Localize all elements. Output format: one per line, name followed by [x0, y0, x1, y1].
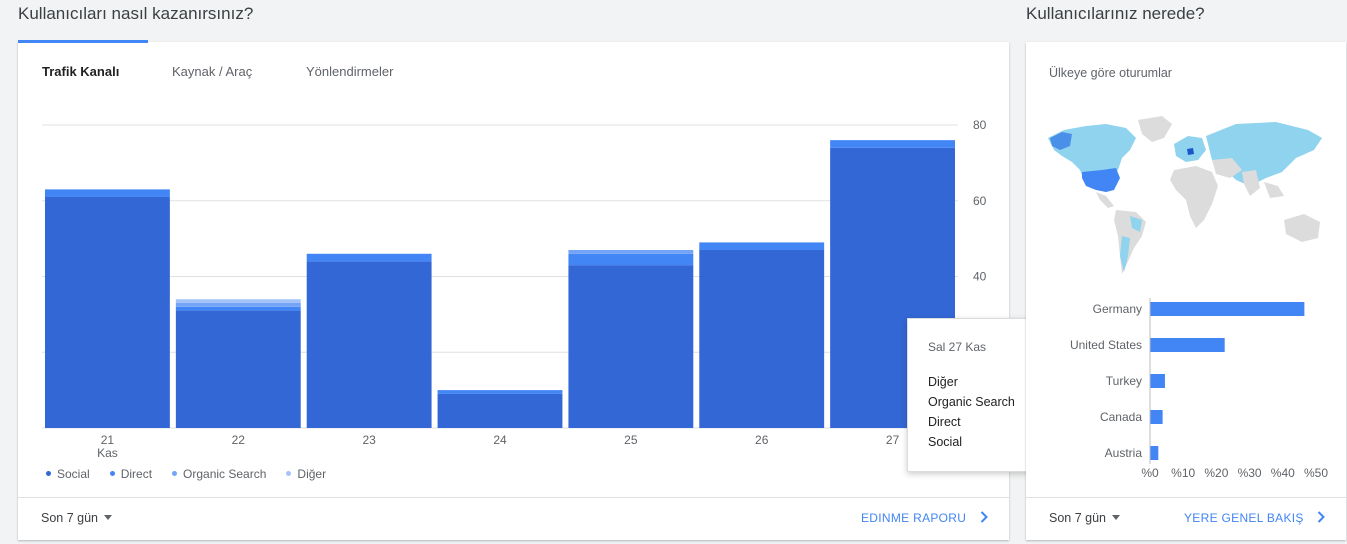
chart-legend: Social Direct Organic Search Diğer: [46, 467, 326, 481]
legend-dot-direct: [109, 471, 115, 476]
country-label: United States: [1070, 338, 1142, 352]
bar-social-25[interactable]: [568, 265, 694, 428]
legend-dot-organic: [172, 471, 178, 476]
acquisition-report-link[interactable]: EDINME RAPORU: [861, 511, 966, 525]
location-section-title: Kullanıcılarınız nerede?: [1026, 4, 1205, 23]
country-label: Austria: [1105, 446, 1143, 460]
tooltip-label: Organic Search: [928, 395, 1015, 409]
x-tick-label: 25: [624, 433, 638, 447]
location-card-footer: Son 7 gün YERE GENEL BAKIŞ: [1026, 497, 1346, 540]
world-map[interactable]: [1046, 116, 1326, 276]
caret-down-icon: [1112, 515, 1120, 520]
x-tick-label: 22: [232, 433, 246, 447]
x-tick-label: %20: [1204, 466, 1228, 480]
chevron-right-icon[interactable]: [975, 508, 993, 526]
country-label: Germany: [1093, 302, 1142, 316]
bar-direct-24[interactable]: [437, 390, 563, 394]
acquisition-card-footer: Son 7 gün EDINME RAPORU: [18, 497, 1009, 540]
bar-direct-25[interactable]: [568, 253, 694, 266]
x-tick-label: 26: [755, 433, 769, 447]
bar-organic-search-22[interactable]: [175, 303, 301, 307]
x-tick-label: %50: [1304, 466, 1328, 480]
map-greenland[interactable]: [1138, 116, 1172, 142]
traffic-channel-bar-chart: 2040608021Kas222324252627: [42, 118, 987, 460]
date-range-label: Son 7 gün: [41, 511, 98, 525]
map-australia[interactable]: [1284, 214, 1320, 242]
legend-item-direct[interactable]: Direct: [109, 467, 153, 481]
map-southeast-asia[interactable]: [1264, 182, 1284, 198]
bar-direct-23[interactable]: [306, 253, 432, 262]
tooltip-date: Sal 27 Kas: [928, 340, 987, 354]
date-range-dropdown[interactable]: Son 7 gün: [41, 511, 112, 525]
country-bar-germany[interactable]: [1150, 302, 1305, 316]
country-bar-united-states[interactable]: [1150, 338, 1225, 352]
legend-item-organic-search[interactable]: Organic Search: [172, 467, 266, 481]
x-tick-label: %30: [1238, 466, 1262, 480]
legend-label: Organic Search: [183, 467, 267, 481]
map-mexico[interactable]: [1096, 192, 1114, 208]
bar-social-22[interactable]: [175, 310, 301, 428]
y-tick-label: 80: [973, 118, 987, 132]
legend-label: Diğer: [297, 467, 327, 481]
caret-down-icon: [104, 515, 112, 520]
tooltip-label: Social: [928, 435, 963, 449]
y-tick-label: 60: [973, 194, 987, 208]
location-date-range-dropdown[interactable]: Son 7 gün: [1049, 511, 1120, 525]
legend-label: Direct: [120, 467, 153, 481]
bar-direct-27[interactable]: [830, 140, 955, 148]
acquisition-section-title: Kullanıcıları nasıl kazanırsınız?: [18, 4, 254, 23]
x-tick-label: %10: [1171, 466, 1195, 480]
country-bar-canada[interactable]: [1150, 410, 1163, 424]
date-range-label: Son 7 gün: [1049, 511, 1106, 525]
country-bar-austria[interactable]: [1150, 446, 1159, 460]
chevron-right-icon[interactable]: [1312, 508, 1330, 526]
legend-item-social[interactable]: Social: [46, 467, 90, 481]
x-tick-label: 27: [886, 433, 900, 447]
legend-dot-social: [46, 471, 51, 476]
country-label: Turkey: [1106, 374, 1142, 388]
bar-organic-search-25[interactable]: [568, 249, 694, 254]
x-tick-label: 21: [101, 433, 115, 447]
x-tick-label: 23: [362, 433, 376, 447]
location-overview-link[interactable]: YERE GENEL BAKIŞ: [1184, 511, 1304, 525]
tooltip-label: Direct: [928, 415, 961, 429]
bar-social-24[interactable]: [437, 393, 563, 428]
legend-label: Social: [57, 467, 90, 481]
legend-item-other[interactable]: Diğer: [286, 467, 326, 481]
tooltip-label: Diğer: [928, 375, 958, 389]
x-tick-label: %40: [1271, 466, 1295, 480]
acquisition-card: Trafik Kanalı Kaynak / Araç Yönlendirmel…: [18, 40, 1084, 540]
bar-social-23[interactable]: [306, 261, 432, 428]
country-bar-turkey[interactable]: [1150, 374, 1165, 388]
bar-direct-21[interactable]: [45, 189, 170, 197]
x-tick-sublabel: Kas: [97, 446, 118, 460]
map-title: Ülkeye göre oturumlar: [1049, 66, 1172, 80]
map-united-states[interactable]: [1082, 168, 1120, 192]
y-tick-label: 40: [973, 270, 987, 284]
bar-direct-22[interactable]: [175, 306, 301, 311]
map-asia[interactable]: [1206, 122, 1322, 186]
bar-social-21[interactable]: [45, 196, 170, 428]
location-card: Ülkeye göre oturumlar Germany United Stat…: [1026, 42, 1346, 540]
map-africa[interactable]: [1170, 166, 1218, 228]
bar-di-er-22[interactable]: [175, 299, 301, 304]
country-sessions-bar-chart: Germany United States Turkey Canada Austria%…: [1070, 298, 1328, 480]
map-south-america[interactable]: [1114, 210, 1146, 274]
map-germany[interactable]: [1187, 148, 1194, 155]
legend-dot-other: [286, 471, 292, 476]
country-label: Canada: [1100, 410, 1142, 424]
x-tick-label: 24: [493, 433, 507, 447]
bar-direct-26[interactable]: [699, 242, 825, 250]
bar-social-26[interactable]: [699, 249, 825, 428]
x-tick-label: %0: [1141, 466, 1159, 480]
